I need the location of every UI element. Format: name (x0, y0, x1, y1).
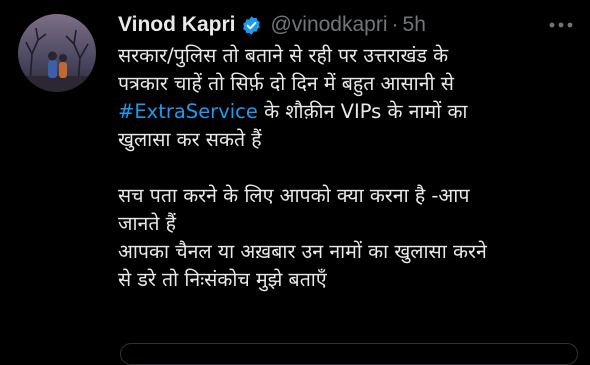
tweet-text-line: सच पता करने के लिए आपको क्या करना है -आप (118, 184, 470, 207)
more-dots-icon (549, 22, 573, 28)
author-name[interactable]: Vinod Kapri (118, 13, 235, 37)
avatar-image (18, 14, 96, 92)
more-options-button[interactable] (544, 12, 578, 38)
separator-dot: · (391, 13, 399, 36)
embedded-card[interactable] (120, 343, 578, 365)
tweet-text-line: पत्रकार चाहें तो सिर्फ़ दो दिन में बहुत … (118, 72, 454, 95)
tweet-text-line: आपका चैनल या अख़बार उन नामों का खुलासा क… (118, 240, 487, 263)
tweet-header: Vinod Kapri @vinodkapri · 5h (118, 10, 576, 40)
avatar[interactable] (18, 14, 96, 92)
tweet-text: सरकार/पुलिस तो बताने से रही पर उत्तराखंड… (118, 42, 578, 294)
tweet-text-line: सरकार/पुलिस तो बताने से रही पर उत्तराखंड… (118, 44, 449, 67)
tweet-time[interactable]: 5h (403, 13, 426, 37)
tweet[interactable]: Vinod Kapri @vinodkapri · 5h सरकार/पुलिस… (0, 0, 590, 365)
tweet-text-line-hashtag: #ExtraService के शौक़ीन VIPs के नामों का (118, 98, 578, 126)
tweet-text-line: से डरे तो निःसंकोच मुझे बताएँ (118, 268, 327, 291)
author-handle[interactable]: @vinodkapri (270, 13, 387, 37)
tweet-text-line: खुलासा कर सकते हैं (118, 128, 262, 151)
verified-badge-icon (241, 15, 262, 36)
hashtag-link[interactable]: #ExtraService (118, 100, 258, 123)
tweet-text-segment: के शौक़ीन VIPs के नामों का (257, 100, 468, 123)
tweet-text-line: जानते हैं (118, 212, 177, 235)
